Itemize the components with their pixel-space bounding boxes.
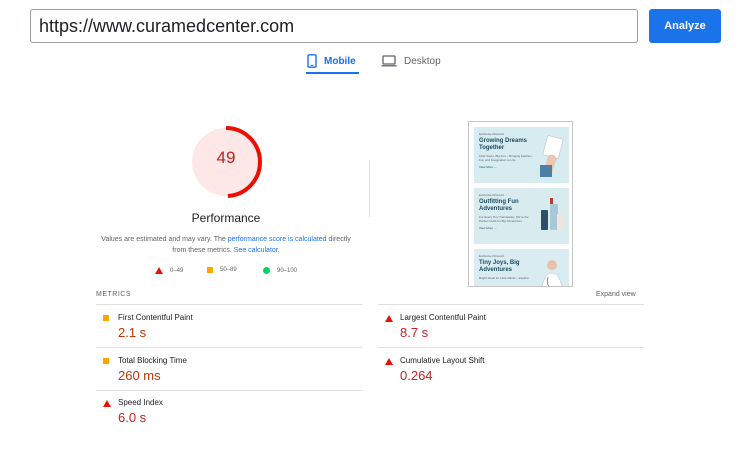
metrics-divider [96,347,362,348]
card-title: Tiny Joys, Big Adventures [479,260,520,273]
legend-fail-range: 0–49 [170,267,184,274]
metric-value: 6.0 s [118,410,147,425]
preview-card: Exclusive Discount Outfitting Fun Advent… [474,188,569,244]
metrics-section-label: METRICS [96,291,131,298]
desc-prefix: Values are estimated and may vary. The [101,236,228,243]
legend-average: 50–89 [207,267,237,273]
preview-card: Exclusive Discount Tiny Joys, Big Advent… [474,249,569,286]
performance-score: 49 [216,148,236,167]
analyze-button[interactable]: Analyze [649,9,721,43]
metric-value: 260 ms [118,368,161,383]
metric-value: 2.1 s [118,325,147,340]
metrics-divider [96,390,362,391]
metrics-divider [378,304,644,305]
legend-pass: 90–100 [263,267,297,274]
card-title: Outfitting Fun Adventures [479,199,519,212]
performance-title: Performance [191,211,261,225]
tab-mobile[interactable]: Mobile [307,49,356,73]
smartphone-icon [307,54,317,68]
metric-name: Cumulative Layout Shift [400,356,485,365]
fail-triangle-icon [385,315,393,322]
page-screenshot-preview[interactable]: Exclusive Discount Growing Dreams Togeth… [468,121,573,287]
metric-value: 0.264 [400,368,433,383]
doctor-figure-image [542,260,562,286]
metric-value: 8.7 s [400,325,429,340]
see-calculator-link[interactable]: See calculator. [234,247,280,254]
preview-card: Exclusive Discount Growing Dreams Togeth… [474,127,569,183]
url-input[interactable] [31,10,637,42]
fail-triangle-icon [385,358,393,365]
active-tab-indicator [306,72,359,74]
tab-desktop[interactable]: Desktop [381,49,441,73]
pass-circle-icon [263,267,270,274]
legend-fail: 0–49 [155,267,183,274]
bottles-product-image [541,198,563,230]
card-subtitle: Bright Ideas for Little Minds – Explore [479,276,529,280]
metric-name: Largest Contentful Paint [400,313,486,322]
metric-name: First Contentful Paint [118,313,193,322]
tab-mobile-label: Mobile [324,55,356,67]
average-square-icon [103,315,109,321]
card-subtitle: For Every Tiny Trendsetter, We're the Pe… [479,215,529,223]
vertical-divider [369,160,370,217]
metrics-divider [378,347,644,348]
expand-view-toggle[interactable]: Expand view [596,291,636,298]
hand-product-image [540,135,564,177]
fail-triangle-icon [155,267,163,274]
metric-name: Speed Index [118,398,163,407]
card-subtitle: Little Steps, Big Fun – Bringing Fashion… [479,154,533,162]
score-calculated-link[interactable]: performance score is calculated [228,236,327,243]
metrics-divider [96,304,362,305]
url-bar[interactable] [30,9,638,43]
metric-name: Total Blocking Time [118,356,187,365]
tab-desktop-label: Desktop [404,55,441,67]
average-square-icon [207,267,213,273]
average-square-icon [103,358,109,364]
card-title: Growing Dreams Together [479,138,528,151]
legend-average-range: 50–89 [220,267,237,273]
laptop-icon [381,55,397,67]
fail-triangle-icon [103,400,111,407]
legend-pass-range: 90–100 [277,267,298,274]
performance-description: Values are estimated and may vary. The p… [100,234,352,256]
